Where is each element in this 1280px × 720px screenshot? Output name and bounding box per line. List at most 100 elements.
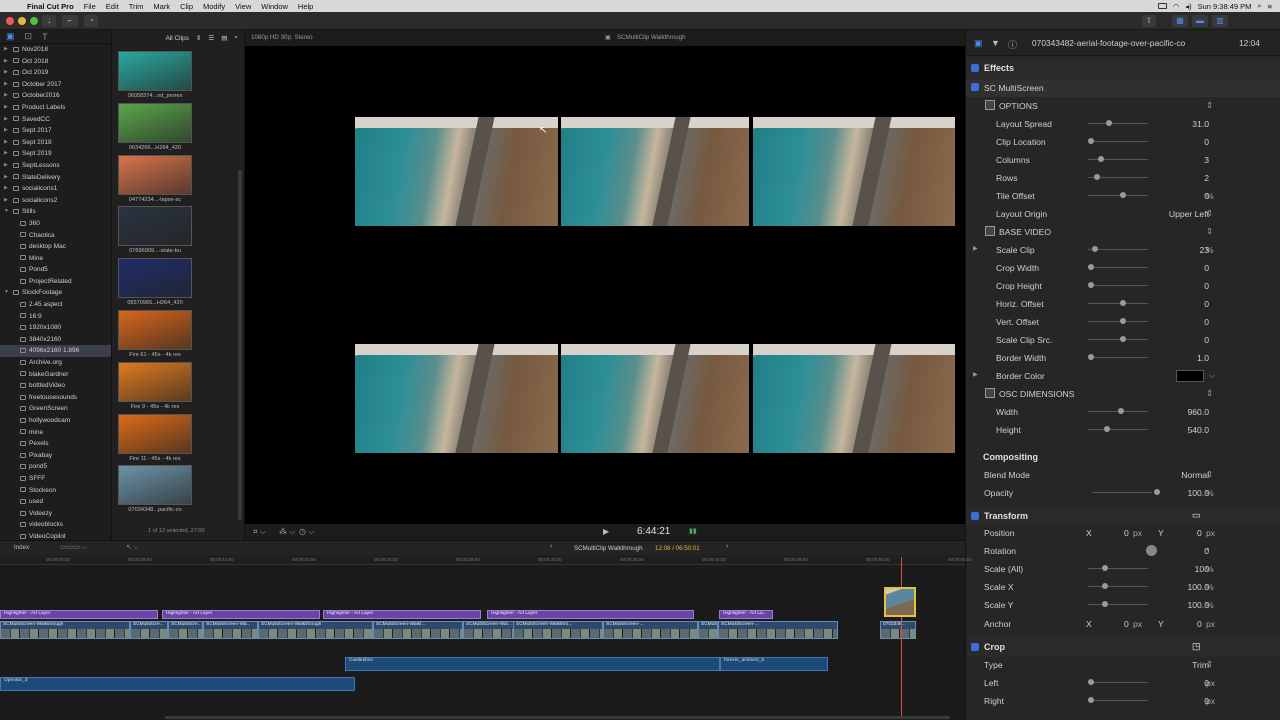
param-slider[interactable]	[1088, 300, 1148, 306]
clip-thumbnail[interactable]	[118, 102, 192, 143]
group-popup-icon[interactable]: ⇕	[1206, 226, 1213, 237]
library-item[interactable]: ▶ SeptLessons	[0, 160, 111, 172]
group-popup-icon[interactable]: ⇕	[1206, 388, 1213, 399]
background-tasks-icon[interactable]: ◔	[84, 15, 98, 27]
library-item[interactable]: ▶ socialicons2	[0, 195, 111, 207]
menu-list-icon[interactable]: ≡	[1268, 2, 1272, 11]
effect-row[interactable]: SC MultiScreen	[966, 79, 1280, 97]
color-inspector-icon[interactable]: ▼	[991, 38, 1000, 48]
inspector-section[interactable]: Effects	[966, 58, 1280, 78]
library-item[interactable]: ▼ Stills	[0, 206, 111, 218]
library-item[interactable]: ▼ StockFootage	[0, 287, 111, 299]
import-icon[interactable]: ↓	[42, 15, 56, 27]
param-slider[interactable]	[1088, 583, 1148, 589]
param-slider[interactable]	[1088, 156, 1148, 162]
library-item[interactable]: blakeGardner	[0, 369, 111, 381]
slider-knob[interactable]	[1118, 408, 1124, 414]
primary-clip[interactable]: SCMultiScre...	[130, 621, 168, 639]
keyword-icon[interactable]: ⌐	[62, 15, 78, 27]
menu-edit[interactable]: Edit	[101, 2, 124, 11]
param-group[interactable]: BASE VIDEO ⇕	[966, 223, 1280, 241]
param-slider[interactable]	[1088, 318, 1148, 324]
menu-app-name[interactable]: Final Cut Pro	[22, 2, 79, 11]
library-item[interactable]: ▶ Oct 2019	[0, 67, 111, 79]
library-item[interactable]: GreenScreen	[0, 403, 111, 415]
param-value[interactable]: 0	[1204, 263, 1209, 273]
slider-knob[interactable]	[1120, 300, 1126, 306]
compositing-section[interactable]: Compositing	[966, 447, 1280, 467]
disclosure-closed-icon[interactable]: ▶	[4, 67, 8, 79]
browser-clip[interactable]: Fire 9 - 45s - 4k res	[118, 361, 192, 410]
slider-knob[interactable]	[1088, 282, 1094, 288]
info-inspector-icon[interactable]: ⓘ	[1008, 38, 1017, 51]
slider-knob[interactable]	[1088, 697, 1094, 703]
param-slider[interactable]	[1088, 138, 1148, 144]
disclosure-closed-icon[interactable]: ▶	[4, 44, 8, 56]
browser-scrollbar[interactable]	[238, 170, 242, 520]
slider-knob[interactable]	[1088, 264, 1094, 270]
param-slider[interactable]	[1088, 601, 1148, 607]
library-item[interactable]: Archive.org	[0, 357, 111, 369]
slider-knob[interactable]	[1104, 426, 1110, 432]
battery-icon[interactable]	[1157, 3, 1167, 9]
browser-clip[interactable]: Fire 61 - 45s - 4k res	[118, 310, 192, 358]
title-clip[interactable]: Highlighter - Art La...	[719, 610, 773, 619]
disclosure-closed-icon[interactable]: ▶	[973, 245, 978, 252]
slider-knob[interactable]	[1094, 174, 1100, 180]
library-item[interactable]: ▶ Product Labels	[0, 102, 111, 114]
audio-clip[interactable]: forever_ambient_6	[720, 657, 828, 671]
library-item[interactable]: ▶ socialicons1	[0, 183, 111, 195]
filmstrip-view-icon[interactable]: ▤	[221, 34, 227, 42]
library-item[interactable]: 360	[0, 218, 111, 230]
primary-clip[interactable]: SCMultiScreen-Walkthro...	[513, 621, 603, 639]
param-value[interactable]: 0	[1204, 317, 1209, 327]
section-checkbox[interactable]	[971, 64, 979, 72]
library-item[interactable]: Pond5	[0, 264, 111, 276]
param-value[interactable]: 1.0	[1197, 353, 1209, 363]
library-item[interactable]: ▶ SlateDelivery	[0, 172, 111, 184]
param-value[interactable]: 31.0	[1192, 119, 1209, 129]
library-item[interactable]: bottledVideo	[0, 380, 111, 392]
disclosure-closed-icon[interactable]: ▶	[4, 102, 8, 114]
library-item[interactable]: hollywoodcam	[0, 415, 111, 427]
inspector-section[interactable]: Transform ▭	[966, 506, 1280, 526]
library-item[interactable]: 1920x1080	[0, 322, 111, 334]
library-item[interactable]: ProjectRelated	[0, 276, 111, 288]
browser-clip[interactable]: 04774234...-lapse-sc	[118, 154, 192, 203]
wifi-icon[interactable]: ◠	[1173, 2, 1180, 11]
disclosure-closed-icon[interactable]: ▶	[4, 56, 8, 68]
crop-type-popup-icon[interactable]: ⇕	[1206, 659, 1213, 670]
clip-thumbnail[interactable]	[118, 258, 192, 299]
param-slider[interactable]	[1088, 565, 1148, 571]
title-clip[interactable]: Highlighter - Art Layer	[487, 610, 694, 619]
section-checkbox[interactable]	[971, 643, 979, 651]
disclosure-closed-icon[interactable]: ▶	[4, 148, 8, 160]
timeline-scrollbar[interactable]	[165, 716, 950, 719]
library-item[interactable]: ▶ Nov2018	[0, 44, 111, 56]
param-slider[interactable]	[1088, 408, 1148, 414]
primary-clip[interactable]: SCMultiScre...	[168, 621, 203, 639]
history-back-icon[interactable]: ‹	[550, 543, 552, 550]
disclosure-closed-icon[interactable]: ▶	[4, 195, 8, 207]
clip-filter[interactable]: All Clips	[165, 35, 188, 42]
param-value[interactable]: 0	[1204, 281, 1209, 291]
video-inspector-icon[interactable]: ▣	[974, 38, 983, 49]
slider-knob[interactable]	[1154, 489, 1160, 495]
speed-icon[interactable]: ◷ ⌵	[299, 527, 314, 537]
param-slider[interactable]	[1088, 336, 1148, 342]
library-item[interactable]: mine	[0, 427, 111, 439]
browser-clip[interactable]: 0634266...H264_420	[118, 102, 192, 151]
slider-knob[interactable]	[1120, 336, 1126, 342]
y-value[interactable]: 0	[1197, 528, 1202, 538]
menu-clip[interactable]: Clip	[175, 2, 198, 11]
y-value[interactable]: 0	[1197, 619, 1202, 629]
param-value[interactable]: 960.0	[1187, 407, 1209, 417]
menu-view[interactable]: View	[230, 2, 256, 11]
primary-clip[interactable]: SCMultiScreen-Walkt...	[373, 621, 463, 639]
param-value[interactable]: 540.0	[1187, 425, 1209, 435]
list-view-icon[interactable]: ☰	[208, 34, 214, 42]
blend-popup-icon[interactable]: ⇕	[1206, 469, 1213, 480]
library-item[interactable]: 3840x2160	[0, 334, 111, 346]
title-clip[interactable]: Highlighter - Art Layer	[0, 610, 158, 619]
disclosure-closed-icon[interactable]: ▶	[4, 125, 8, 137]
